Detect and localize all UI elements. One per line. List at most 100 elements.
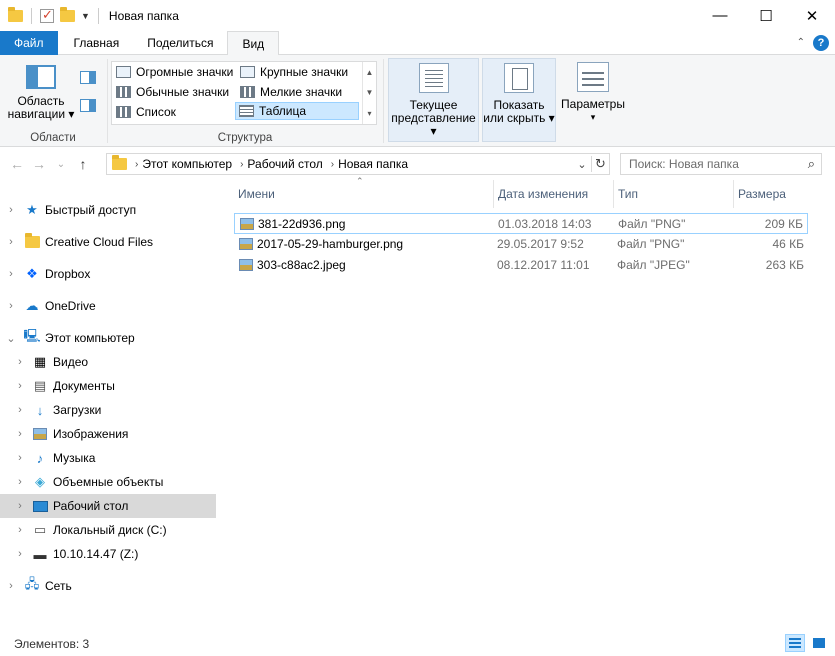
nav-item-images[interactable]: › Изображения [0, 422, 216, 446]
layout-small-icons[interactable]: Мелкие значки [237, 83, 345, 101]
table-row[interactable]: 303-c88ac2.jpeg 08.12.2017 11:01 Файл "J… [234, 255, 808, 276]
layout-list-label: Список [136, 105, 176, 119]
large-icons-view-button[interactable] [809, 634, 829, 652]
nav-item-local-disk[interactable]: › ▭ Локальный диск (C:) [0, 518, 216, 542]
details-view-button[interactable] [785, 634, 805, 652]
chevron-right-icon[interactable]: › [14, 476, 26, 488]
breadcrumb-this-pc[interactable]: Этот компьютер [142, 157, 232, 171]
layout-huge-icons[interactable]: Огромные значки [113, 63, 236, 81]
table-row[interactable]: 2017-05-29-hamburger.png 29.05.2017 9:52… [234, 234, 808, 255]
maximize-button[interactable]: ☐ [743, 0, 789, 31]
scroll-up-icon[interactable]: ▲ [366, 68, 374, 77]
preview-pane-icon[interactable] [80, 71, 96, 84]
back-button[interactable]: ← [6, 156, 28, 172]
column-name[interactable]: Имени [234, 180, 494, 208]
chevron-down-icon[interactable]: ⌄ [573, 158, 591, 171]
properties-icon[interactable] [40, 7, 54, 23]
customize-toolbar-icon[interactable]: ▼ [81, 11, 90, 21]
expand-gallery-icon[interactable]: ▾ [367, 109, 371, 118]
nav-item-video[interactable]: › ▦ Видео [0, 350, 216, 374]
refresh-icon[interactable]: ↻ [591, 156, 609, 172]
close-button[interactable]: ✕ [789, 0, 835, 31]
nav-label: Видео [53, 355, 89, 369]
address-bar[interactable]: › Этот компьютер › Рабочий стол › Новая … [106, 153, 610, 175]
minimize-button[interactable]: — [697, 0, 743, 31]
chevron-right-icon[interactable]: › [14, 356, 26, 368]
nav-item-quick-access[interactable]: › ★ Быстрый доступ [0, 198, 216, 222]
image-file-icon [239, 259, 253, 271]
column-type[interactable]: Тип [614, 180, 734, 208]
breadcrumb-desktop[interactable]: Рабочий стол [247, 157, 322, 171]
nav-item-desktop[interactable]: › Рабочий стол [0, 494, 216, 518]
chevron-right-icon[interactable]: › [14, 500, 26, 512]
file-size: 209 КБ [764, 217, 803, 231]
nav-label: Музыка [53, 451, 96, 465]
nav-item-dropbox[interactable]: › ❖ Dropbox [0, 262, 216, 286]
tab-view[interactable]: Вид [227, 31, 280, 56]
chevron-right-icon[interactable]: › [14, 524, 26, 536]
chevron-right-icon[interactable]: › [14, 380, 26, 392]
nav-label: OneDrive [45, 299, 96, 313]
group-label-panes: Области [30, 132, 76, 144]
search-input[interactable]: Поиск: Новая папка ⌕ [620, 153, 822, 175]
forward-button[interactable]: → [28, 156, 50, 172]
show-hide-label-2: или скрыть ▾ [483, 111, 555, 125]
nav-item-music[interactable]: › ♪ Музыка [0, 446, 216, 470]
column-date[interactable]: Дата изменения [494, 180, 614, 208]
video-icon: ▦ [33, 354, 47, 369]
show-hide-button[interactable]: Показать или скрыть ▾ [482, 58, 556, 142]
chevron-right-icon[interactable]: › [5, 300, 17, 312]
chevron-right-icon[interactable]: › [331, 159, 334, 170]
document-icon: ▤ [33, 378, 47, 393]
nav-item-creative-cloud[interactable]: › Creative Cloud Files [0, 230, 216, 254]
breadcrumb-new-folder[interactable]: Новая папка [338, 157, 408, 171]
chevron-down-icon[interactable]: ⌄ [5, 332, 17, 345]
chevron-right-icon[interactable]: › [14, 428, 26, 440]
navigation-pane-button[interactable]: Область навигации ▾ [6, 63, 76, 121]
column-size[interactable]: Размера [734, 180, 818, 208]
up-button[interactable]: ↑ [72, 156, 94, 172]
layout-details[interactable]: Таблица [235, 102, 359, 120]
nav-label: Быстрый доступ [45, 203, 137, 217]
nav-item-onedrive[interactable]: › ☁ OneDrive [0, 294, 216, 318]
nav-item-documents[interactable]: › ▤ Документы [0, 374, 216, 398]
chevron-right-icon[interactable]: › [5, 236, 17, 248]
chevron-right-icon[interactable]: › [14, 404, 26, 416]
nav-item-network[interactable]: › 🖧 Сеть [0, 574, 216, 598]
chevron-right-icon[interactable]: › [14, 548, 26, 560]
layout-scrollbar[interactable]: ▲ ▼ ▾ [362, 62, 376, 124]
chevron-right-icon[interactable]: › [14, 452, 26, 464]
chevron-right-icon[interactable]: › [240, 159, 243, 170]
nav-item-3d-objects[interactable]: › ◈ Объемные объекты [0, 470, 216, 494]
layout-large-icons[interactable]: Крупные значки [237, 63, 351, 81]
nav-item-downloads[interactable]: › ↓ Загрузки [0, 398, 216, 422]
help-icon[interactable]: ? [813, 34, 829, 51]
chevron-right-icon[interactable]: › [135, 159, 138, 170]
tab-share[interactable]: Поделиться [133, 31, 227, 55]
nav-item-this-pc[interactable]: ⌄ 🖳 Этот компьютер [0, 326, 216, 350]
details-icon [239, 105, 254, 117]
scroll-down-icon[interactable]: ▼ [366, 88, 374, 97]
tab-home[interactable]: Главная [58, 31, 134, 55]
nav-label: Dropbox [45, 267, 91, 281]
chevron-right-icon[interactable]: › [5, 268, 17, 280]
image-file-icon [240, 218, 254, 230]
collapse-ribbon-icon[interactable]: ⌃ [797, 37, 805, 48]
details-pane-icon[interactable] [80, 99, 96, 112]
table-row[interactable]: 381-22d936.png 01.03.2018 14:03 Файл "PN… [234, 213, 808, 234]
current-view-button[interactable]: Текущее представление ▾ [388, 58, 479, 142]
tab-file[interactable]: Файл [0, 31, 58, 55]
chevron-right-icon[interactable]: › [5, 580, 17, 592]
layout-list[interactable]: Список [113, 103, 179, 121]
options-label: Параметры [561, 97, 625, 111]
options-button[interactable]: Параметры ▾ [558, 58, 628, 142]
new-folder-icon[interactable] [60, 6, 75, 22]
recent-locations-icon[interactable]: ⌄ [50, 159, 72, 170]
file-size: 263 КБ [765, 258, 804, 272]
chevron-right-icon[interactable]: › [5, 204, 17, 216]
layout-medium-icons[interactable]: Обычные значки [113, 83, 232, 101]
network-icon: 🖧 [24, 576, 40, 591]
nav-item-network-drive[interactable]: › ▬ 10.10.14.47 (Z:) [0, 542, 216, 566]
dropbox-icon: ❖ [26, 266, 38, 281]
list-icon [116, 106, 131, 118]
